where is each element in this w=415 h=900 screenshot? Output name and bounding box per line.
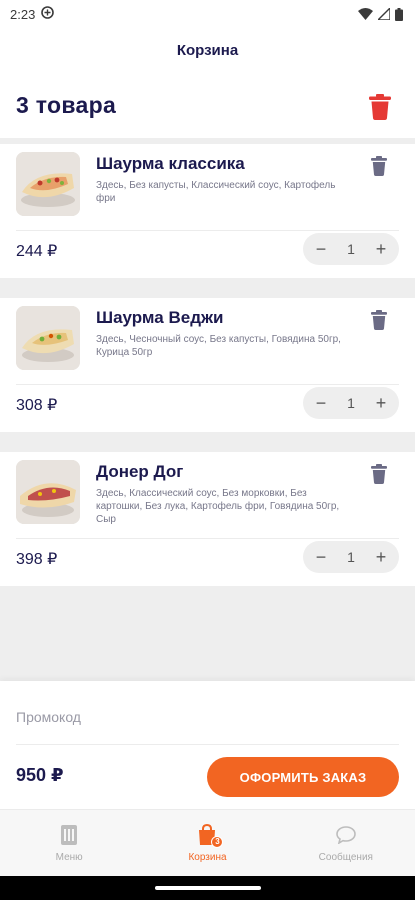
decrease-button[interactable]: − bbox=[311, 547, 331, 567]
cart-item: Шаурма Веджи Здесь, Чесночный соус, Без … bbox=[0, 298, 415, 432]
nav-label: Меню bbox=[55, 851, 83, 863]
item-image bbox=[16, 460, 80, 524]
quantity-value: 1 bbox=[347, 395, 355, 411]
item-divider bbox=[16, 384, 399, 385]
chat-icon bbox=[334, 824, 358, 846]
menu-icon bbox=[57, 824, 81, 846]
status-time: 2:23 bbox=[10, 6, 36, 22]
cart-item: Донер Дог Здесь, Классический соус, Без … bbox=[0, 452, 415, 586]
quantity-value: 1 bbox=[347, 241, 355, 257]
promo-code-input[interactable]: Промокод bbox=[16, 697, 399, 745]
checkout-panel: Промокод 950 ₽ ОФОРМИТЬ ЗАКАЗ bbox=[0, 681, 415, 809]
clear-cart-icon[interactable] bbox=[369, 94, 391, 120]
app-header: Корзина bbox=[0, 28, 415, 72]
item-image bbox=[16, 306, 80, 370]
wifi-icon bbox=[358, 8, 373, 20]
item-description: Здесь, Без капусты, Классический соус, К… bbox=[96, 180, 336, 204]
item-description: Здесь, Чесночный соус, Без капусты, Говя… bbox=[96, 334, 341, 358]
cart-item: Шаурма классика Здесь, Без капусты, Клас… bbox=[0, 144, 415, 278]
order-total: 950 ₽ bbox=[16, 765, 64, 785]
sync-icon bbox=[41, 6, 55, 22]
item-divider bbox=[16, 538, 399, 539]
item-image bbox=[16, 152, 80, 216]
increase-button[interactable]: + bbox=[371, 547, 391, 567]
increase-button[interactable]: + bbox=[371, 393, 391, 413]
item-name: Шаурма Веджи bbox=[96, 308, 224, 327]
cart-summary: 3 товара bbox=[0, 72, 415, 138]
status-right bbox=[358, 7, 403, 21]
nav-label: Корзина bbox=[188, 851, 227, 863]
cart-badge: 3 bbox=[211, 835, 224, 848]
item-description: Здесь, Классический соус, Без морковки, … bbox=[96, 488, 340, 525]
item-price: 244 ₽ bbox=[16, 243, 58, 260]
quantity-stepper: − 1 + bbox=[303, 233, 399, 265]
decrease-button[interactable]: − bbox=[311, 393, 331, 413]
item-divider bbox=[16, 230, 399, 231]
nav-item-messages[interactable]: Сообщения bbox=[277, 810, 415, 876]
system-gesture-bar bbox=[0, 876, 415, 900]
status-bar: 2:23 bbox=[0, 0, 415, 28]
nav-item-menu[interactable]: Меню bbox=[0, 810, 138, 876]
item-name: Шаурма классика bbox=[96, 154, 245, 173]
page-title: Корзина bbox=[176, 41, 239, 59]
trash-icon[interactable] bbox=[371, 464, 387, 484]
bottom-nav: Меню 3 Корзина Сообщения bbox=[0, 809, 415, 876]
quantity-value: 1 bbox=[347, 549, 355, 565]
trash-icon[interactable] bbox=[371, 310, 387, 330]
item-price: 308 ₽ bbox=[16, 397, 58, 414]
nav-label: Сообщения bbox=[318, 851, 373, 863]
quantity-stepper: − 1 + bbox=[303, 541, 399, 573]
decrease-button[interactable]: − bbox=[311, 239, 331, 259]
item-name: Донер Дог bbox=[96, 462, 184, 481]
home-indicator[interactable] bbox=[155, 886, 261, 890]
cart-bag-icon: 3 bbox=[195, 823, 224, 848]
nav-item-cart[interactable]: 3 Корзина bbox=[138, 810, 276, 876]
promo-placeholder: Промокод bbox=[16, 709, 81, 725]
battery-icon bbox=[395, 7, 403, 21]
status-left: 2:23 bbox=[10, 6, 55, 22]
quantity-stepper: − 1 + bbox=[303, 387, 399, 419]
cart-count: 3 товара bbox=[16, 92, 117, 118]
checkout-button[interactable]: ОФОРМИТЬ ЗАКАЗ bbox=[207, 757, 399, 797]
increase-button[interactable]: + bbox=[371, 239, 391, 259]
trash-icon[interactable] bbox=[371, 156, 387, 176]
signal-icon bbox=[378, 8, 390, 20]
item-price: 398 ₽ bbox=[16, 551, 58, 568]
